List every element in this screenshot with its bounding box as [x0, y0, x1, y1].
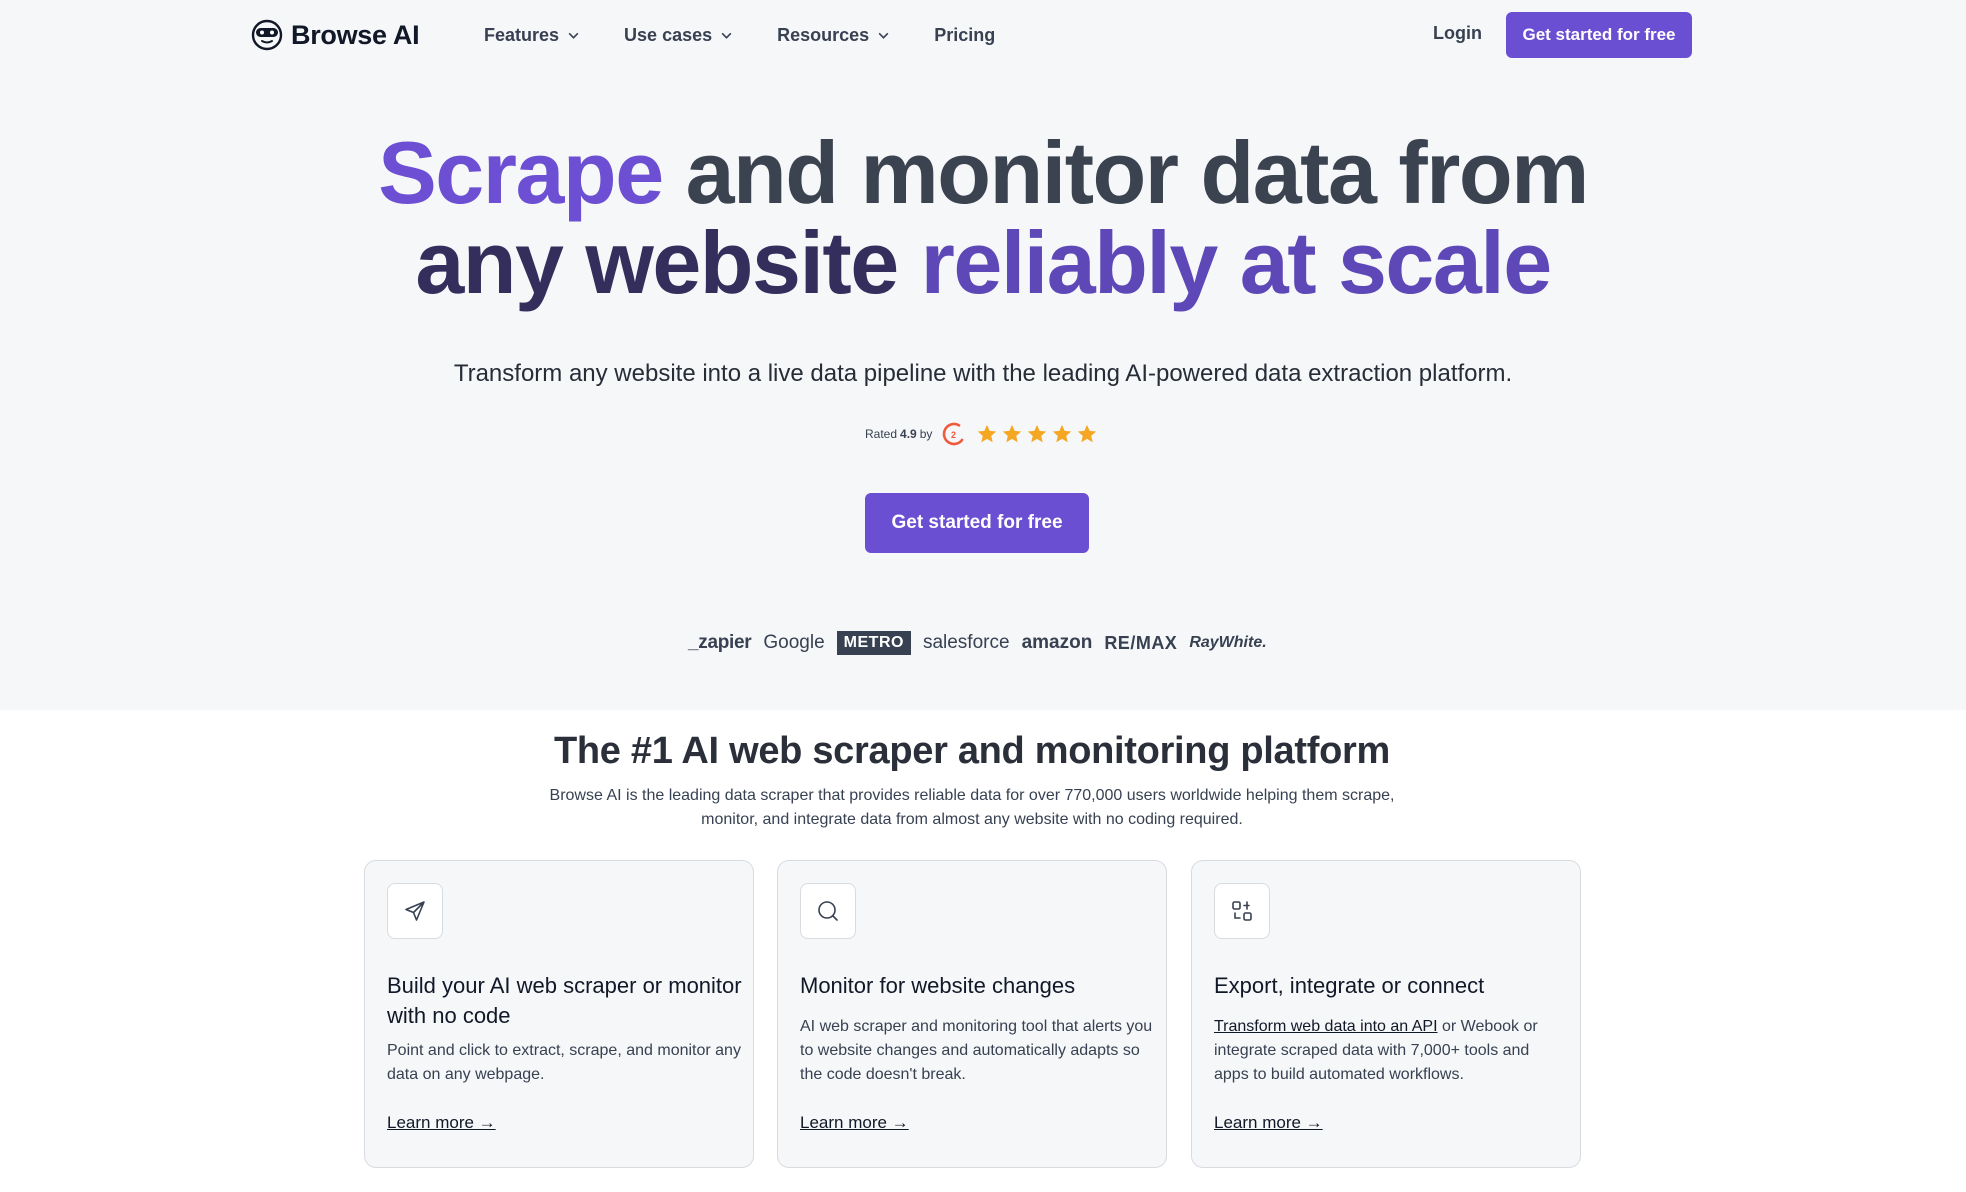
feature-card-export: Export, integrate or connect Transform w… — [1191, 860, 1581, 1168]
nav-item-label: Pricing — [934, 24, 996, 45]
customer-logos: _zapier Google METRO salesforce amazon R… — [688, 628, 1267, 658]
hero-title: Scrape and monitor data from any website… — [0, 128, 1966, 308]
learn-more-link[interactable]: Learn more → — [387, 1113, 496, 1133]
nav-item-use-cases[interactable]: Use cases — [624, 23, 733, 47]
card-body: Transform web data into an API or Webook… — [1214, 1015, 1568, 1087]
learn-more-link[interactable]: Learn more → — [1214, 1113, 1323, 1133]
hero-title-word: Scrape — [378, 123, 664, 222]
rating-prefix: Rated — [865, 427, 898, 441]
card-body: Point and click to extract, scrape, and … — [387, 1042, 741, 1083]
star-icon — [1028, 424, 1047, 443]
hero-title-line-1: Scrape and monitor data from — [0, 128, 1966, 218]
hero-subtitle: Transform any website into a live data p… — [453, 360, 1513, 387]
rating-score: 4.9 — [900, 427, 917, 441]
star-icon — [1053, 424, 1072, 443]
rating-stars — [976, 423, 1098, 445]
raywhite-logo: RayWhite. — [1189, 634, 1267, 651]
card-body: AI web scraper and monitoring tool that … — [800, 1018, 1153, 1083]
amazon-logo: amazon — [1021, 632, 1093, 653]
rating-suffix: by — [919, 427, 933, 441]
nav-get-started-button[interactable]: Get started for free — [1506, 12, 1692, 58]
section-description: Browse AI is the leading data scraper th… — [549, 787, 1395, 828]
star-icon — [978, 424, 997, 443]
card-title: Export, integrate or connect — [1214, 973, 1485, 998]
chevron-down-icon — [568, 32, 579, 39]
nav-item-resources[interactable]: Resources — [777, 23, 890, 47]
star-icon — [1078, 424, 1097, 443]
remax-logo: RE/MAX — [1104, 632, 1178, 653]
nav-item-label: Features — [484, 24, 560, 45]
top-nav: Browse AI Features Use cases Resources P… — [0, 0, 1966, 70]
hero-title-line-2: any website reliably at scale — [0, 218, 1966, 308]
hero-title-word: reliably at scale — [920, 213, 1553, 312]
svg-text:2: 2 — [951, 430, 956, 440]
g2-rating[interactable]: Rated 4.9 by 2 — [865, 421, 1098, 447]
logo-text: Browse AI — [291, 19, 420, 50]
metro-logo: METRO — [836, 631, 911, 655]
card-title: Monitor for website changes — [800, 973, 1076, 998]
learn-more-link[interactable]: Learn more → — [800, 1113, 909, 1133]
google-logo: Google — [763, 632, 825, 653]
card-title: Build your AI web scraper or monitor wit… — [387, 973, 742, 1028]
card-icon-box — [387, 883, 443, 939]
chevron-down-icon — [878, 32, 889, 39]
star-icon — [1003, 424, 1022, 443]
card-icon-box — [1214, 883, 1270, 939]
robot-logo-icon — [251, 19, 283, 51]
hero-title-word: and monitor data from — [685, 123, 1590, 222]
login-link[interactable]: Login — [1433, 23, 1482, 44]
nav-item-label: Resources — [777, 24, 870, 45]
nav-item-pricing[interactable]: Pricing — [934, 23, 995, 47]
section-title: The #1 AI web scraper and monitoring pla… — [553, 730, 1390, 772]
logo[interactable]: Browse AI — [251, 17, 420, 53]
salesforce-logo: salesforce — [922, 632, 1010, 653]
zapier-logo: _zapier — [688, 632, 752, 653]
api-link[interactable]: Transform web data into an API — [1214, 1018, 1438, 1035]
search-icon — [818, 901, 838, 921]
send-icon — [405, 901, 425, 921]
hero-background — [0, 0, 1966, 710]
g2-logo-icon: 2 — [943, 422, 966, 446]
nav-menu: Features Use cases Resources Pricing — [484, 23, 1039, 47]
chevron-down-icon — [721, 32, 732, 39]
hero-get-started-button[interactable]: Get started for free — [865, 493, 1089, 553]
hero-title-word: any website — [415, 213, 899, 312]
card-icon-box — [800, 883, 856, 939]
nav-item-features[interactable]: Features — [484, 23, 580, 47]
feature-card-build: Build your AI web scraper or monitor wit… — [364, 860, 754, 1168]
integration-icon — [1232, 901, 1252, 921]
nav-item-label: Use cases — [624, 24, 713, 45]
feature-card-monitor: Monitor for website changes AI web scrap… — [777, 860, 1167, 1168]
